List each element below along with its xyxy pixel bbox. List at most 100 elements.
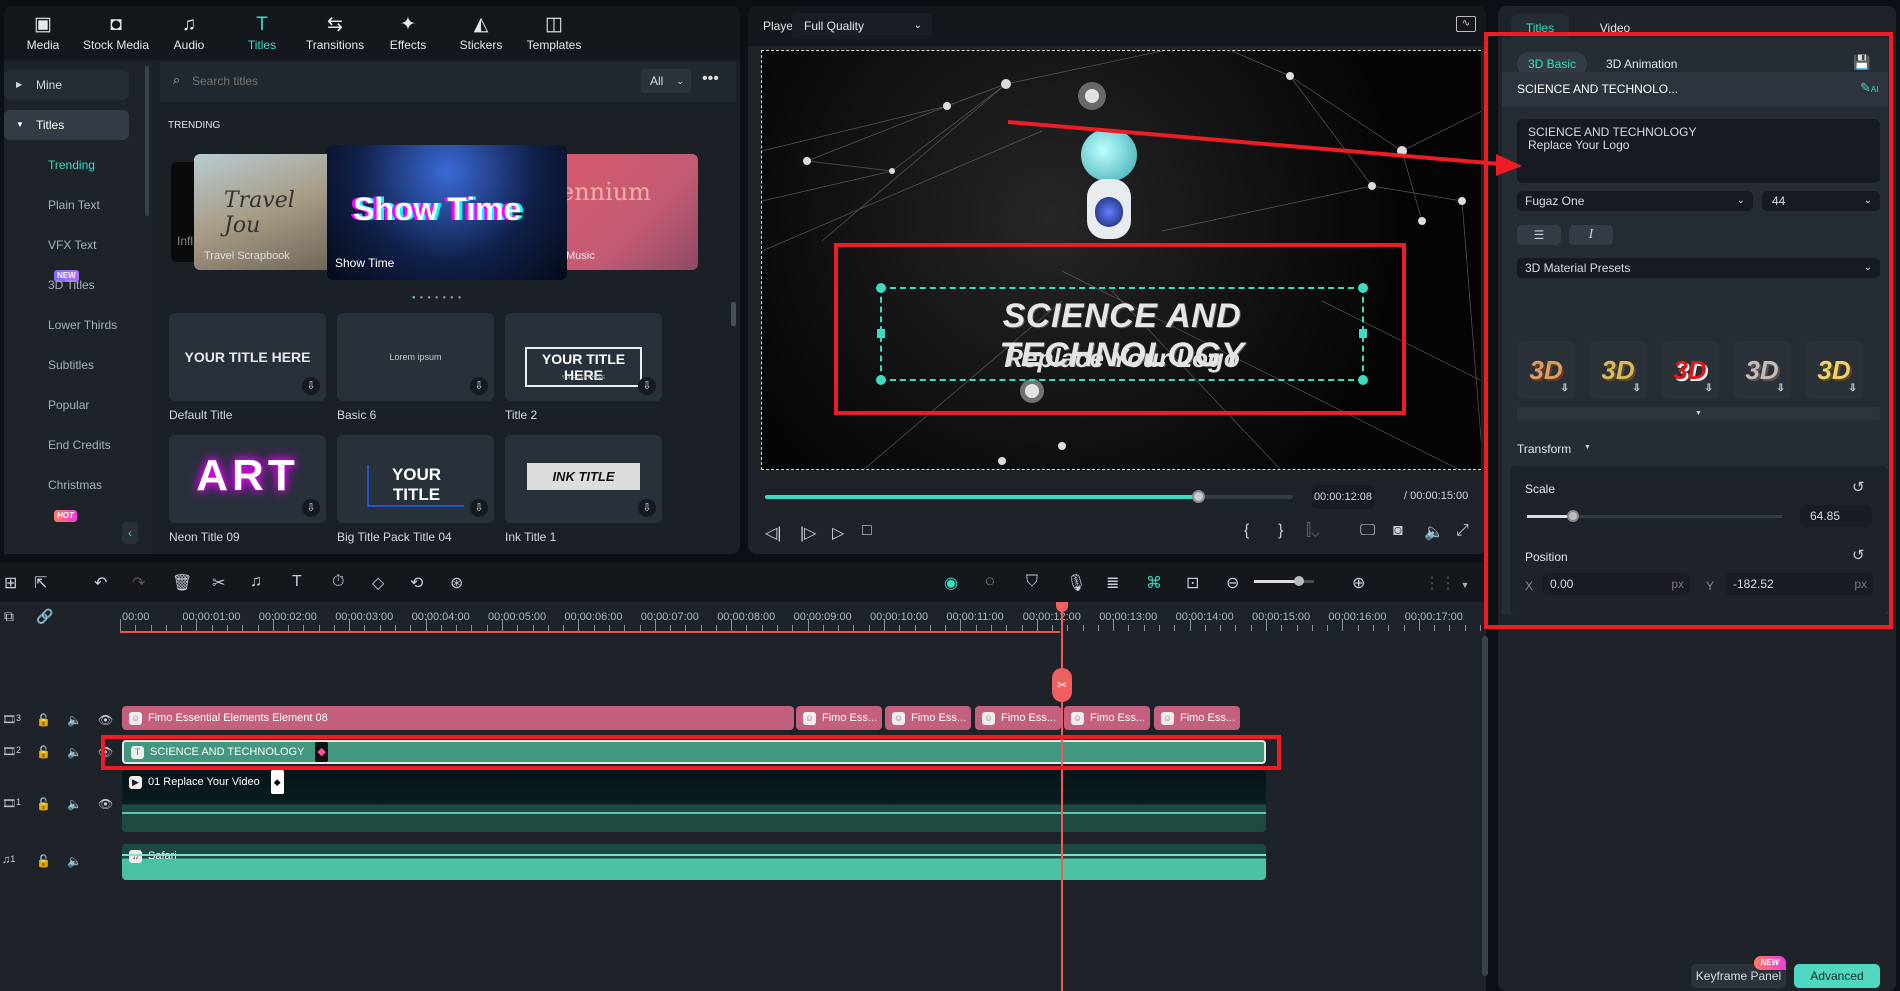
mark-in-icon[interactable]: {	[1244, 522, 1249, 540]
sidebar-item-subtitles[interactable]: Subtitles	[0, 350, 125, 380]
title-card[interactable]: YOUR TITLE HERE ⇩	[169, 313, 326, 401]
toolbar-effects[interactable]: ✦ Effects	[373, 14, 443, 52]
effect-clip[interactable]: ☺ Fimo Ess...	[1154, 706, 1240, 730]
more-options-icon[interactable]: •••	[702, 70, 719, 88]
position-x-input[interactable]: 0.00 px	[1542, 573, 1690, 595]
mute-icon[interactable]: 🔈	[67, 797, 82, 811]
lock-icon[interactable]: 🔓	[36, 797, 51, 811]
effect-clip[interactable]: ☺ Fimo Ess...	[796, 706, 882, 730]
lock-icon[interactable]: 🔓	[36, 713, 51, 727]
caret-down-icon[interactable]: ▼	[1584, 444, 1591, 451]
text-tool-icon[interactable]: T	[292, 573, 302, 591]
italic-button[interactable]: I	[1569, 225, 1613, 245]
sidebar-item-titles[interactable]: ▼ Titles	[4, 110, 129, 140]
font-dropdown[interactable]: Fugaz One ⌄	[1517, 191, 1753, 211]
toolbar-audio[interactable]: ♫ Audio	[154, 14, 224, 52]
sidebar-item-end-credits[interactable]: End Credits	[0, 430, 125, 460]
resize-handle[interactable]	[876, 375, 886, 385]
render-preview-icon[interactable]: ◌	[985, 573, 995, 591]
download-icon[interactable]: ⇩	[638, 499, 656, 517]
playback-progress-bar[interactable]	[765, 490, 1293, 503]
toolbar-transitions[interactable]: ⇆ Transitions	[300, 14, 370, 52]
download-icon[interactable]: ⇩	[470, 499, 488, 517]
title-clip[interactable]: T SCIENCE AND TECHNOLOGY ◆	[122, 740, 1266, 764]
expand-presets-button[interactable]: ▼	[1517, 407, 1880, 420]
resize-handle[interactable]	[1358, 375, 1368, 385]
current-time[interactable]: 00:00:12:08	[1312, 485, 1374, 509]
sidebar-item-christmas[interactable]: ChristmasHOT	[0, 470, 125, 522]
title-text-input[interactable]	[1517, 119, 1880, 183]
title-card[interactable]: YOUR TITLE HERE YOUR TEXT HERE ⇩	[505, 313, 662, 401]
auto-caption-icon[interactable]: ⟲	[410, 573, 423, 593]
reset-scale-icon[interactable]: ↺	[1852, 478, 1865, 496]
download-icon[interactable]: ⇩	[1561, 383, 1569, 395]
resize-handle[interactable]	[876, 283, 886, 293]
font-size-dropdown[interactable]: 44 ⌄	[1762, 191, 1880, 211]
effect-clip[interactable]: ☺ Fimo Essential Elements Element 08	[122, 706, 794, 730]
download-icon[interactable]: ⇩	[1777, 383, 1785, 395]
sidebar-item-vfx-text[interactable]: VFX TextNEW	[0, 230, 125, 282]
download-icon[interactable]: ⇩	[470, 377, 488, 395]
download-icon[interactable]: ⇩	[1849, 383, 1857, 395]
insert-icon[interactable]: ⫿⌄	[1306, 522, 1320, 540]
lock-icon[interactable]: 🔓	[36, 745, 51, 759]
delete-icon[interactable]: 🗑	[172, 573, 192, 593]
download-icon[interactable]: ⇩	[1705, 383, 1713, 395]
lock-icon[interactable]: 🔓	[36, 854, 51, 868]
resize-handle[interactable]	[1358, 283, 1368, 293]
previous-frame-icon[interactable]: ◁|	[765, 523, 781, 543]
sidebar-item-plain-text[interactable]: Plain Text	[0, 190, 125, 220]
volume-icon[interactable]: 🔈	[1424, 522, 1444, 542]
effect-clip[interactable]: ☺ Fimo Ess...	[975, 706, 1061, 730]
stop-icon[interactable]: □	[862, 522, 872, 540]
quality-dropdown[interactable]: Full Quality ⌄	[792, 13, 932, 39]
tab-video[interactable]: Video	[1590, 14, 1640, 38]
title-card[interactable]: Lorem ipsum ⇩	[337, 313, 494, 401]
scale-slider[interactable]	[1527, 510, 1782, 522]
search-input[interactable]	[192, 70, 632, 92]
mark-out-icon[interactable]: }	[1278, 522, 1283, 540]
collapse-sidebar-button[interactable]: ‹	[122, 522, 138, 544]
scale-slider-knob[interactable]	[1567, 510, 1579, 522]
mute-icon[interactable]: 🔈	[67, 745, 82, 759]
carousel-pagination[interactable]: ●●●●●●●	[412, 295, 465, 301]
material-preset[interactable]: 3D ⇩	[1517, 341, 1575, 399]
sidebar-item-trending[interactable]: Trending	[0, 150, 125, 180]
zoom-slider-knob[interactable]	[1294, 576, 1304, 586]
video-preview[interactable]: SCIENCE AND TECHNOLOGY Replace Your Logo	[761, 50, 1481, 470]
sidebar-item-mine[interactable]: ▶ Mine	[4, 70, 129, 100]
material-presets-dropdown[interactable]: 3D Material Presets ⌄	[1517, 258, 1880, 278]
material-preset[interactable]: 3D ⇩	[1733, 341, 1791, 399]
keyframe-icon[interactable]: ◇	[372, 573, 384, 593]
material-preset[interactable]: 3D ⇩	[1661, 341, 1719, 399]
material-preset[interactable]: 3D ⇩	[1589, 341, 1647, 399]
text-align-button[interactable]: ☰	[1517, 225, 1561, 245]
text-to-speech-icon[interactable]: ⊛	[450, 573, 463, 593]
display-settings-icon[interactable]: 🖵	[1360, 522, 1375, 540]
reset-position-icon[interactable]: ↺	[1852, 546, 1865, 564]
ai-edit-icon[interactable]: ✎AI	[1860, 80, 1878, 96]
position-y-input[interactable]: -182.52 px	[1725, 573, 1873, 595]
layout-icon[interactable]: ⊞	[4, 573, 17, 593]
add-track-icon[interactable]: ⧉	[4, 608, 14, 625]
timeline-ruler[interactable]: 00:00 00:00:01:00 00:00:02:00 00:00:03:00 00…	[120, 605, 1486, 633]
sidebar-item-3d-titles[interactable]: 3D Titles	[0, 270, 125, 300]
select-tool-icon[interactable]: ⇱	[34, 573, 47, 593]
timeline-vertical-scrollbar[interactable]	[1482, 636, 1488, 976]
cut-icon[interactable]: ✂	[212, 573, 225, 593]
transform-heading[interactable]: Transform	[1517, 442, 1571, 456]
scopes-icon[interactable]: ∿	[1456, 16, 1476, 32]
timeline-zoom-slider[interactable]	[1254, 576, 1314, 586]
microphone-icon[interactable]: 🎙	[1066, 573, 1086, 593]
fullscreen-icon[interactable]: ⤢	[1456, 522, 1469, 540]
toolbar-stock-media[interactable]: ◘ Stock Media	[81, 14, 151, 52]
download-icon[interactable]: ⇩	[1633, 383, 1641, 395]
eye-icon[interactable]: 👁	[98, 745, 113, 759]
undo-icon[interactable]: ↶	[94, 573, 107, 593]
toolbar-stickers[interactable]: ◭ Stickers	[446, 14, 516, 52]
sidebar-item-lower-thirds[interactable]: Lower Thirds	[0, 310, 125, 340]
title-selection-box[interactable]: SCIENCE AND TECHNOLOGY Replace Your Logo	[876, 283, 1368, 385]
carousel-card-show-time[interactable]: Show Time Show Time	[327, 145, 567, 280]
effect-clip[interactable]: ☺ Fimo Ess...	[885, 706, 971, 730]
fit-icon[interactable]: ⊡	[1186, 573, 1199, 593]
